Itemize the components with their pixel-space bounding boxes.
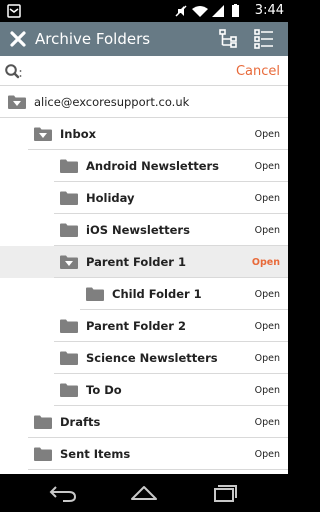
folder-name: Holiday: [86, 191, 135, 205]
recent-apps-icon[interactable]: [209, 483, 239, 503]
wifi-icon: [192, 6, 208, 17]
open-button[interactable]: Open: [252, 257, 280, 268]
open-button[interactable]: Open: [255, 417, 280, 428]
folder-row[interactable]: iOS Newsletters Open: [0, 214, 288, 246]
open-button[interactable]: Open: [255, 385, 280, 396]
battery-icon: [232, 4, 239, 17]
open-button[interactable]: Open: [255, 161, 280, 172]
row-divider: [28, 469, 288, 470]
folder-row[interactable]: Parent Folder 2 Open: [0, 310, 288, 342]
cancel-button[interactable]: Cancel: [236, 64, 280, 79]
account-label: alice@excoresupport.co.uk: [34, 95, 190, 109]
folder-expanded-icon[interactable]: [34, 127, 52, 141]
open-button[interactable]: Open: [255, 289, 280, 300]
folder-tree-icon[interactable]: [219, 28, 241, 50]
open-button[interactable]: Open: [255, 193, 280, 204]
folder-row[interactable]: Drafts Open: [0, 406, 288, 438]
close-icon[interactable]: [8, 29, 28, 49]
clock: 3:44: [254, 3, 284, 18]
folder-icon: [60, 191, 78, 205]
folder-row[interactable]: Inbox Open: [0, 118, 288, 150]
account-folder-icon[interactable]: [8, 95, 26, 109]
app-bar: Archive Folders: [0, 22, 288, 56]
mute-icon: [175, 5, 187, 17]
folder-name: iOS Newsletters: [86, 223, 190, 237]
folder-row[interactable]: To Do Open: [0, 374, 288, 406]
signal-icon: [212, 5, 224, 17]
folder-icon: [60, 351, 78, 365]
back-icon[interactable]: [49, 483, 79, 503]
folder-name: Parent Folder 2: [86, 319, 186, 333]
account-row[interactable]: alice@excoresupport.co.uk: [0, 86, 288, 118]
folder-row[interactable]: Parent Folder 1 Open: [0, 246, 288, 278]
folder-icon: [34, 415, 52, 429]
open-button[interactable]: Open: [255, 321, 280, 332]
folder-icon: [60, 159, 78, 173]
search-bar: Cancel: [0, 56, 288, 86]
folder-name: Drafts: [60, 415, 101, 429]
notification-icon: [7, 4, 21, 18]
list-view-icon[interactable]: [253, 28, 275, 50]
search-input[interactable]: [24, 61, 224, 81]
page-title: Archive Folders: [35, 30, 151, 48]
home-icon[interactable]: [129, 483, 159, 503]
folder-icon: [60, 223, 78, 237]
folder-icon: [60, 383, 78, 397]
folder-row[interactable]: Child Folder 1 Open: [0, 278, 288, 310]
system-status-icons: [175, 4, 239, 17]
open-button[interactable]: Open: [255, 129, 280, 140]
folder-expanded-icon[interactable]: [60, 255, 78, 269]
folder-name: Child Folder 1: [112, 287, 202, 301]
folder-row[interactable]: Android Newsletters Open: [0, 150, 288, 182]
open-button[interactable]: Open: [255, 225, 280, 236]
folder-icon: [34, 447, 52, 461]
folder-name: Science Newsletters: [86, 351, 218, 365]
folder-name: Android Newsletters: [86, 159, 220, 173]
folder-icon: [60, 319, 78, 333]
search-icon: [5, 64, 22, 79]
open-button[interactable]: Open: [255, 353, 280, 364]
navigation-bar: [0, 474, 288, 512]
folder-icon: [86, 287, 104, 301]
folder-row[interactable]: Science Newsletters Open: [0, 342, 288, 374]
folder-list: alice@excoresupport.co.uk Inbox Open Androi…: [0, 86, 288, 474]
folder-name: To Do: [86, 383, 122, 397]
folder-name: Parent Folder 1: [86, 255, 186, 269]
folder-name: Inbox: [60, 127, 97, 141]
open-button[interactable]: Open: [255, 449, 280, 460]
status-bar: 3:44: [0, 0, 288, 22]
folder-row[interactable]: Sent Items Open: [0, 438, 288, 470]
folder-row[interactable]: Holiday Open: [0, 182, 288, 214]
folder-name: Sent Items: [60, 447, 131, 461]
